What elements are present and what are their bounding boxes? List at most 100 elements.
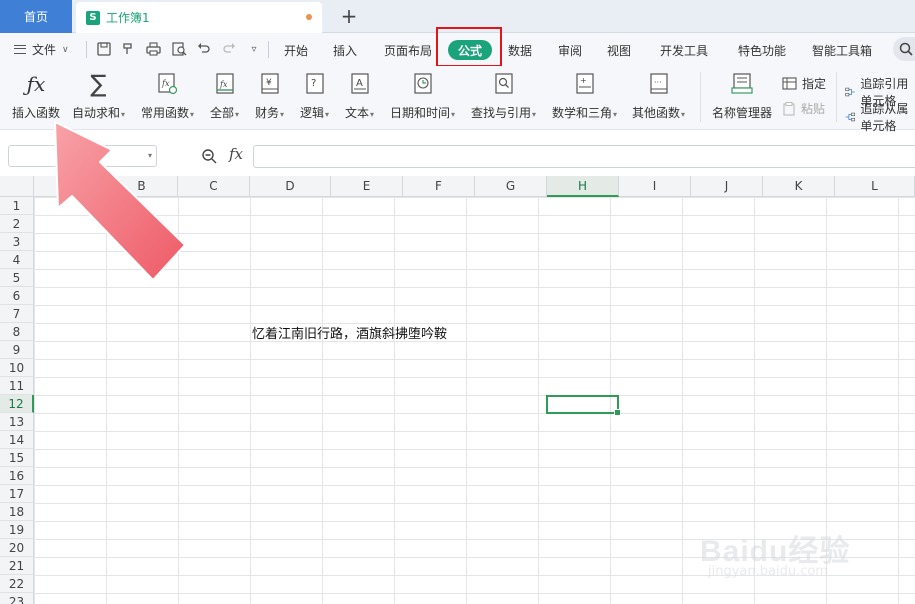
logic-functions-button[interactable]: ? 逻辑▾ [300, 72, 329, 121]
insert-function-fx-button[interactable]: fx [229, 145, 243, 163]
row-header-18[interactable]: 18 [0, 503, 34, 521]
logic-icon: ? [304, 72, 326, 96]
row-header-6[interactable]: 6 [0, 287, 34, 305]
row-header-3[interactable]: 3 [0, 233, 34, 251]
other-functions-button[interactable]: ··· 其他函数▾ [632, 72, 685, 121]
row-header-15[interactable]: 15 [0, 449, 34, 467]
save-icon[interactable] [96, 41, 112, 57]
column-header-E[interactable]: E [331, 176, 403, 197]
row-header-21[interactable]: 21 [0, 557, 34, 575]
tab-features[interactable]: 特色功能 [738, 42, 786, 59]
all-function-icon: fx [214, 72, 236, 96]
tab-insert[interactable]: 插入 [333, 42, 357, 59]
row-header-5[interactable]: 5 [0, 269, 34, 287]
paste-name-button[interactable]: 粘贴 [782, 100, 825, 117]
insert-function-button[interactable]: ƒx 插入函数 [12, 72, 60, 121]
autosum-button[interactable]: ∑ 自动求和▾ [72, 70, 126, 121]
dropdown-arrow-icon: ▾ [121, 110, 126, 119]
tab-formulas[interactable]: 公式 [448, 40, 492, 60]
new-tab-button[interactable]: + [338, 4, 360, 28]
row-header-20[interactable]: 20 [0, 539, 34, 557]
row-header-9[interactable]: 9 [0, 341, 34, 359]
customize-toolbar-icon[interactable]: ▿ [246, 41, 262, 57]
common-functions-button[interactable]: fx 常用函数▾ [141, 72, 194, 121]
row-header-19[interactable]: 19 [0, 521, 34, 539]
menu-divider [86, 41, 87, 58]
tab-start[interactable]: 开始 [284, 42, 308, 59]
tab-page-layout[interactable]: 页面布局 [384, 42, 432, 59]
define-name-icon [782, 77, 797, 90]
tab-developer[interactable]: 开发工具 [660, 42, 708, 59]
all-functions-button[interactable]: fx 全部▾ [210, 72, 239, 121]
row-header-1[interactable]: 1 [0, 197, 34, 215]
row-header-7[interactable]: 7 [0, 305, 34, 323]
dropdown-arrow-icon: ▾ [532, 110, 537, 119]
text-functions-button[interactable]: A 文本▾ [345, 72, 374, 121]
print-preview-icon[interactable] [171, 41, 187, 57]
row-header-17[interactable]: 17 [0, 485, 34, 503]
unsaved-dot-icon [306, 14, 312, 20]
text-icon: A [349, 72, 371, 96]
formula-bar: H12 ▾ fx [0, 140, 915, 174]
file-menu-button[interactable]: 文件 ∨ [14, 41, 69, 58]
undo-icon[interactable] [196, 41, 212, 57]
row-header-16[interactable]: 16 [0, 467, 34, 485]
row-header-13[interactable]: 13 [0, 413, 34, 431]
home-tab[interactable]: 首页 [0, 0, 72, 33]
redo-icon[interactable] [221, 41, 237, 57]
datetime-functions-button[interactable]: 日期和时间▾ [390, 72, 455, 121]
formula-input[interactable] [253, 145, 915, 168]
tab-data[interactable]: 数据 [508, 42, 532, 59]
common-function-icon: fx [157, 72, 179, 96]
trace-dependents-button[interactable]: 追踪从属单元格 [845, 100, 915, 134]
tab-review[interactable]: 审阅 [558, 42, 582, 59]
search-button[interactable] [893, 37, 915, 61]
wps-spreadsheet-window: 首页 S 工作簿1 + 文件 ∨ ▿ 开始 插入 页面布局 数据 审阅 视图 开… [0, 0, 915, 604]
row-header-8[interactable]: 8 [0, 323, 34, 341]
lookup-functions-button[interactable]: 查找与引用▾ [471, 72, 536, 121]
ribbon-divider [836, 72, 837, 122]
common-functions-label: 常用函数 [141, 106, 190, 120]
column-header-I[interactable]: I [619, 176, 691, 197]
column-header-A[interactable]: A [34, 176, 106, 197]
svg-text:fx: fx [219, 80, 228, 89]
column-header-D[interactable]: D [250, 176, 331, 197]
file-menu-label: 文件 [32, 43, 57, 57]
row-header-14[interactable]: 14 [0, 431, 34, 449]
column-header-G[interactable]: G [475, 176, 547, 197]
row-header-11[interactable]: 11 [0, 377, 34, 395]
name-box[interactable]: H12 ▾ [8, 145, 157, 167]
format-painter-icon[interactable] [120, 41, 136, 57]
row-header-23[interactable]: 23 [0, 593, 34, 604]
row-header-4[interactable]: 4 [0, 251, 34, 269]
row-header-22[interactable]: 22 [0, 575, 34, 593]
column-header-F[interactable]: F [403, 176, 475, 197]
select-all-corner[interactable] [0, 176, 34, 197]
lookup-icon [493, 72, 515, 96]
column-header-H[interactable]: H [547, 176, 619, 197]
column-header-B[interactable]: B [106, 176, 178, 197]
row-header-2[interactable]: 2 [0, 215, 34, 233]
print-icon[interactable] [145, 41, 161, 57]
column-header-K[interactable]: K [763, 176, 835, 197]
zoom-magnifier-icon[interactable] [201, 148, 217, 167]
workbook-tab[interactable]: S 工作簿1 [76, 2, 322, 33]
math-functions-button[interactable]: + 数学和三角▾ [552, 72, 617, 121]
insert-function-label: 插入函数 [12, 106, 61, 120]
row-header-12[interactable]: 12 [0, 395, 34, 413]
cell-D8-text[interactable]: 忆着江南旧行路，酒旗斜拂堕吟鞍 [252, 323, 447, 342]
trace-precedents-icon [845, 87, 855, 97]
name-manager-button[interactable]: 名称管理器 [712, 72, 772, 121]
active-cell-H12[interactable] [546, 395, 621, 416]
workbook-tab-label: 工作簿1 [106, 11, 150, 25]
svg-text:fx: fx [161, 79, 170, 88]
column-header-L[interactable]: L [835, 176, 915, 197]
row-header-10[interactable]: 10 [0, 359, 34, 377]
tab-view[interactable]: 视图 [607, 42, 631, 59]
column-header-C[interactable]: C [178, 176, 250, 197]
tab-smart-toolbox[interactable]: 智能工具箱 [812, 42, 872, 59]
column-header-J[interactable]: J [691, 176, 763, 197]
define-name-button[interactable]: 指定 [782, 75, 826, 92]
paste-icon [783, 101, 795, 116]
finance-functions-button[interactable]: ¥ 财务▾ [255, 72, 284, 121]
